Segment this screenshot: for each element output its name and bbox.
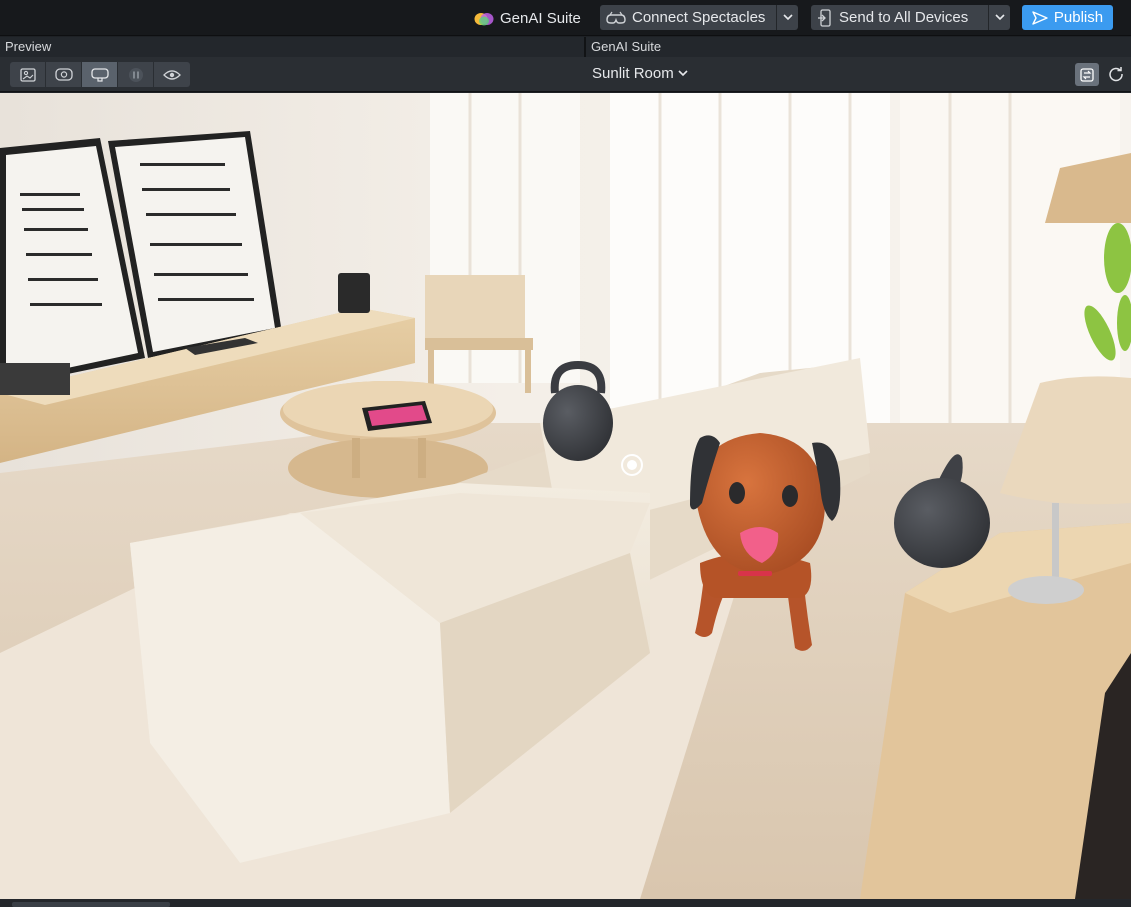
send-device-icon [818, 8, 831, 27]
genai-logo-icon [474, 12, 494, 25]
send-to-all-devices-label: Send to All Devices [839, 9, 969, 26]
switch-camera-icon [1080, 67, 1094, 82]
image-mode-button[interactable] [10, 62, 46, 87]
visibility-button[interactable] [154, 62, 190, 87]
connect-spectacles-dropdown[interactable] [776, 5, 798, 30]
genai-brand-label: GenAI Suite [500, 10, 581, 27]
refresh-icon [1109, 67, 1123, 82]
connect-spectacles-button[interactable]: Connect Spectacles [600, 5, 776, 30]
scene-render [0, 93, 1131, 899]
preview-panel-title: Preview [5, 39, 52, 54]
room-selector-label: Sunlit Room [592, 65, 674, 82]
room-selector[interactable]: Sunlit Room [592, 65, 688, 82]
publish-button[interactable]: Publish [1022, 5, 1113, 30]
device-icon [90, 67, 109, 82]
connect-spectacles-label: Connect Spectacles [632, 9, 766, 26]
chevron-down-icon [678, 70, 688, 77]
spectacles-icon [606, 11, 626, 24]
chevron-down-icon [994, 14, 1005, 21]
publish-label: Publish [1053, 9, 1104, 26]
connect-spectacles-split-button: Connect Spectacles [600, 5, 798, 30]
send-devices-split-button: Send to All Devices [811, 5, 1010, 30]
pause-icon [128, 67, 143, 82]
top-bar: GenAI Suite Connect Spectacles Send to A… [0, 0, 1131, 36]
send-to-all-devices-button[interactable]: Send to All Devices [811, 5, 988, 30]
bottom-tab-handle[interactable] [12, 902, 170, 907]
genai-brand[interactable]: GenAI Suite [474, 6, 581, 31]
genai-panel-header: GenAI Suite [586, 37, 1131, 57]
bottom-panel-bar [0, 899, 1131, 907]
switch-camera-button[interactable] [1075, 63, 1099, 86]
preview-toolbar: Sunlit Room [0, 57, 1131, 92]
preview-tool-group [10, 62, 190, 87]
genai-panel-title: GenAI Suite [591, 39, 662, 54]
eye-icon [163, 69, 181, 80]
send-devices-dropdown[interactable] [988, 5, 1010, 30]
chevron-down-icon [782, 14, 793, 21]
device-preview-button[interactable] [82, 62, 118, 87]
preview-viewport[interactable] [0, 93, 1131, 899]
reset-preview-button[interactable] [1106, 64, 1126, 84]
camera-view-button[interactable] [46, 62, 82, 87]
pause-button[interactable] [118, 62, 154, 87]
camera-view-icon [54, 67, 73, 81]
preview-panel-header: Preview [0, 37, 584, 57]
image-icon [19, 67, 36, 82]
send-arrow-icon [1032, 10, 1048, 25]
